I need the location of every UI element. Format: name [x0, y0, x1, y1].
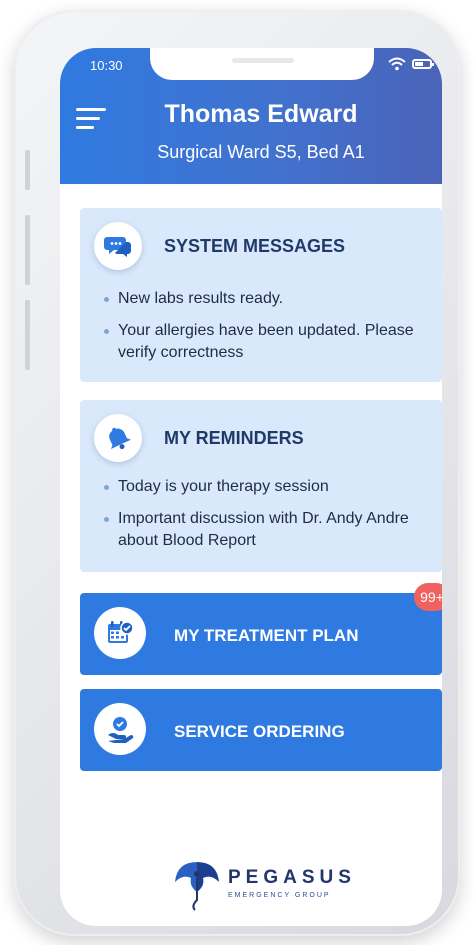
battery-icon	[412, 59, 434, 69]
service-ordering-label: SERVICE ORDERING	[174, 722, 345, 741]
side-button-mute	[25, 150, 30, 190]
reminders-card[interactable]: MY REMINDERS Today is your therapy sessi…	[80, 400, 442, 572]
treatment-plan-button[interactable]: MY TREATMENT PLAN 99+	[80, 583, 442, 675]
side-button-volume-up	[25, 215, 30, 285]
logo-name: PEGASUS	[228, 867, 356, 888]
pegasus-wings-icon	[175, 862, 219, 911]
hand-service-icon	[94, 703, 146, 755]
patient-name: Thomas Edward	[164, 100, 358, 128]
wifi-icon	[388, 57, 406, 71]
bell-icon	[94, 414, 142, 462]
phone-frame: 10:30 Thomas Edward Surgical Ward S5, Be…	[14, 10, 460, 936]
system-messages-title: SYSTEM MESSAGES	[164, 236, 346, 256]
reminder-item: Today is your therapy session	[100, 476, 428, 498]
notification-badge: 99+	[414, 583, 442, 611]
message-item: New labs results ready.	[100, 288, 428, 310]
phone-screen: 10:30 Thomas Edward Surgical Ward S5, Be…	[60, 48, 442, 926]
chat-bubble-icon	[94, 222, 142, 270]
reminders-title: MY REMINDERS	[164, 428, 304, 448]
system-messages-card[interactable]: SYSTEM MESSAGES New labs results ready. …	[80, 208, 442, 382]
phone-notch	[150, 48, 374, 80]
patient-location: Surgical Ward S5, Bed A1	[157, 142, 365, 162]
reminder-item: Important discussion with Dr. Andy Andre…	[100, 508, 428, 552]
message-item: Your allergies have been updated. Please…	[100, 320, 428, 364]
logo-subtitle: EMERGENCY GROUP	[228, 892, 331, 899]
treatment-plan-label: MY TREATMENT PLAN	[174, 626, 359, 645]
speaker-grille	[232, 58, 294, 63]
service-ordering-button[interactable]: SERVICE ORDERING	[80, 689, 442, 771]
calendar-check-icon	[94, 607, 146, 659]
status-time: 10:30	[90, 58, 123, 73]
pegasus-logo: PEGASUS EMERGENCY GROUP	[170, 856, 370, 912]
side-button-volume-down	[25, 300, 30, 370]
